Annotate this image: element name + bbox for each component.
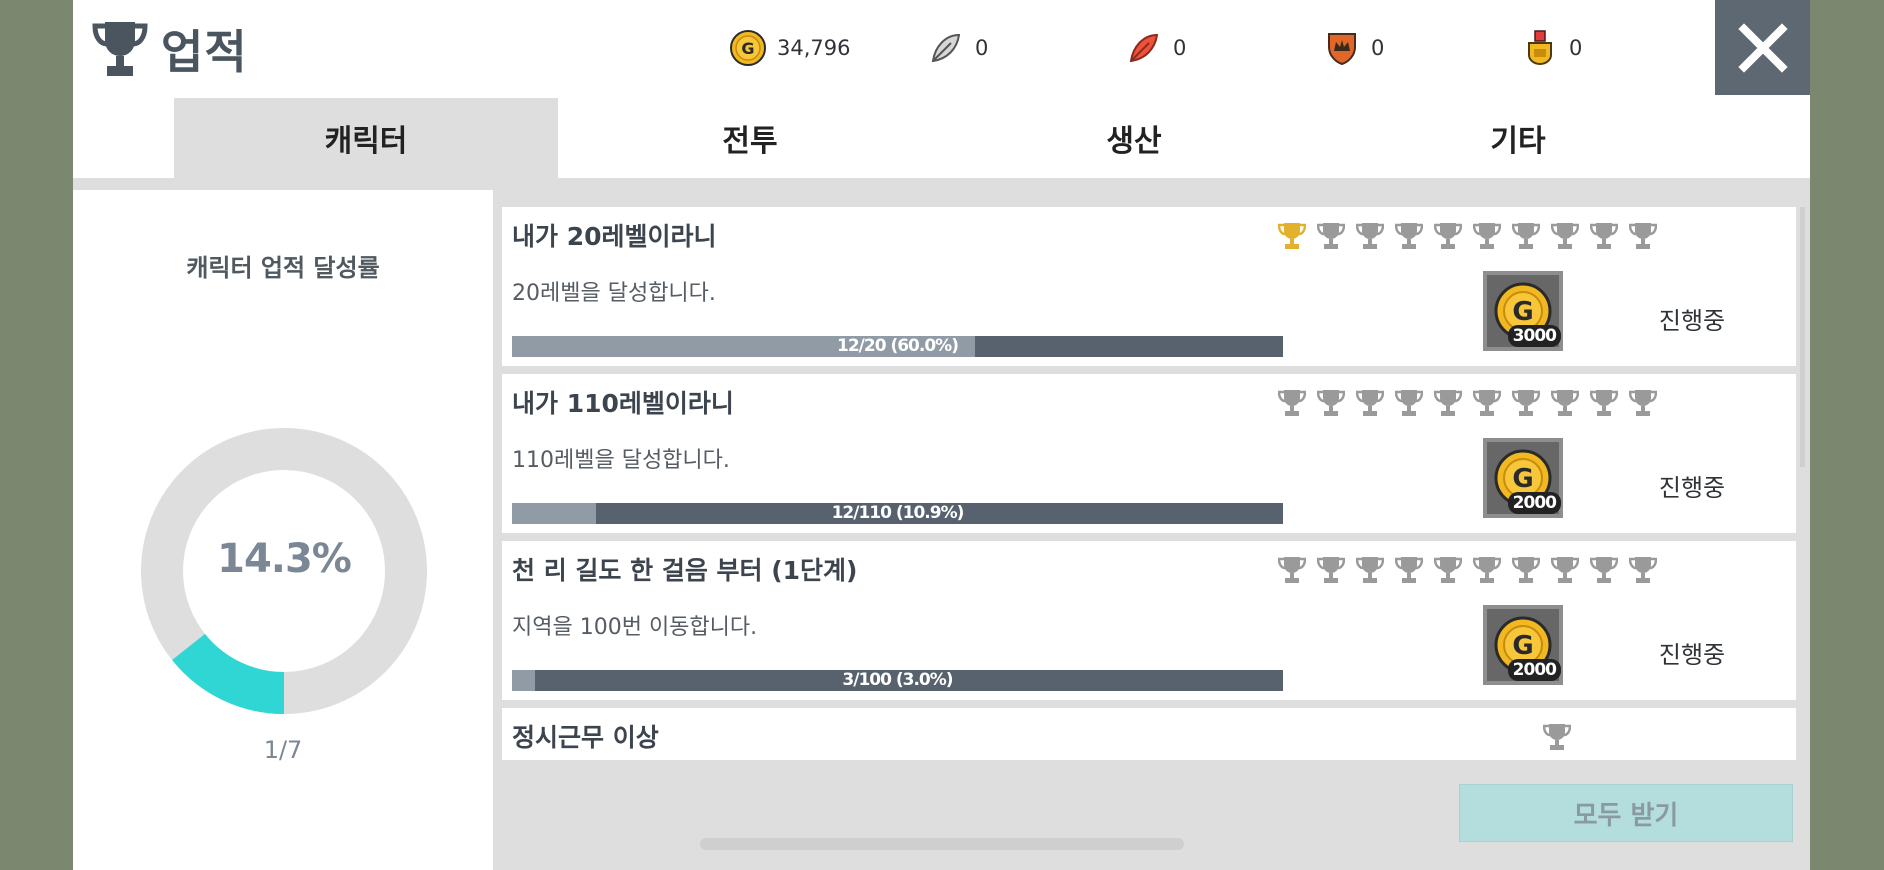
trophy-icon <box>1473 390 1501 416</box>
trophy-icon <box>1278 557 1306 583</box>
summary-title: 캐릭터 업적 달성률 <box>186 254 380 282</box>
red-feather-icon <box>1129 33 1159 63</box>
silver-feather-icon <box>931 33 961 63</box>
trophy-icon <box>1356 390 1384 416</box>
background-right <box>1810 0 1884 870</box>
tab-etc[interactable]: 기타 <box>1326 98 1710 178</box>
page-title-text: 업적 <box>161 25 248 79</box>
claim-all-button[interactable]: 모두 받기 <box>1459 784 1793 842</box>
background-left <box>0 0 73 870</box>
achievement-card: 내가 110레벨이라니 110레벨을 달성합니다. 12/110 (10.9%)… <box>502 374 1796 533</box>
achievement-name: 천 리 길도 한 걸음 부터 (1단계) <box>512 556 858 585</box>
trophy-icon <box>1590 390 1618 416</box>
trophy-icon <box>1551 223 1579 249</box>
trophy-icon <box>92 22 148 76</box>
list-scrollbar-horizontal[interactable] <box>700 838 1184 850</box>
tab-bar: 캐릭터 전투 생산 기타 <box>73 98 1810 178</box>
trophy-icon <box>1278 390 1306 416</box>
currency-red-feather-value: 0 <box>1173 36 1187 60</box>
trophy-icon <box>1629 557 1657 583</box>
trophy-icon <box>1543 724 1571 750</box>
achievement-list[interactable]: 내가 20레벨이라니 20레벨을 달성합니다. 12/20 (60.0%) G … <box>502 207 1798 760</box>
trophy-icon <box>1278 223 1306 249</box>
close-button[interactable] <box>1715 0 1810 95</box>
achievement-status: 진행중 <box>1658 641 1726 669</box>
currency-crown-shield-value: 0 <box>1371 36 1385 60</box>
progress-donut-arc <box>172 633 285 714</box>
page-title: 업적 <box>91 18 248 80</box>
trophy-icon <box>1317 390 1345 416</box>
reward-item[interactable]: G 2000 <box>1483 605 1563 685</box>
achievement-status: 진행중 <box>1658 307 1726 335</box>
achievement-desc: 20레벨을 달성합니다. <box>512 281 716 306</box>
achievement-name: 정시근무 이상 <box>512 723 659 752</box>
trophy-icon <box>1317 223 1345 249</box>
reward-amount: 2000 <box>1507 492 1561 514</box>
summary-panel: 캐릭터 업적 달성률 14.3% 1/7 <box>73 190 493 870</box>
reward-amount: 3000 <box>1507 325 1561 347</box>
currency-medal-value: 0 <box>1569 36 1583 60</box>
trophy-icon <box>1629 390 1657 416</box>
svg-text:G: G <box>1512 631 1533 661</box>
svg-text:G: G <box>1512 297 1533 327</box>
achievement-card: 천 리 길도 한 걸음 부터 (1단계) 지역을 100번 이동합니다. 3/1… <box>502 541 1796 700</box>
svg-text:G: G <box>741 39 754 58</box>
list-scrollbar-vertical[interactable] <box>1800 207 1805 467</box>
achievement-card: 정시근무 이상 <box>502 708 1796 760</box>
medal-icon <box>1528 30 1552 66</box>
reward-item[interactable]: G 2000 <box>1483 438 1563 518</box>
trophy-icon <box>1434 390 1462 416</box>
close-icon <box>1737 22 1788 73</box>
achievement-name: 내가 110레벨이라니 <box>512 389 734 418</box>
trophy-icon <box>1434 223 1462 249</box>
currency-crown-shield: 0 <box>1323 28 1384 68</box>
achievement-status: 진행중 <box>1658 474 1726 502</box>
trophy-icon <box>1395 390 1423 416</box>
currency-medal: 0 <box>1521 28 1582 68</box>
trophy-icon <box>1473 223 1501 249</box>
progress-text: 12/20 (60.0%) <box>837 336 959 356</box>
trophy-icon <box>1590 223 1618 249</box>
currency-silver-feather: 0 <box>927 28 988 68</box>
tab-character[interactable]: 캐릭터 <box>174 98 558 178</box>
achievement-panel: 업적 G 34,796 0 0 0 0 캐릭터 전투 생산 기타 캐릭터 업적 … <box>73 0 1810 870</box>
trophy-icon <box>1317 557 1345 583</box>
svg-text:G: G <box>1512 464 1533 494</box>
trophy-icon <box>1395 223 1423 249</box>
progress-bar: 12/20 (60.0%) <box>512 336 1283 357</box>
summary-count: 1/7 <box>263 736 303 764</box>
progress-text: 12/110 (10.9%) <box>831 503 965 523</box>
trophy-icon <box>1590 557 1618 583</box>
trophy-icon <box>1356 557 1384 583</box>
header-bar: 업적 G 34,796 0 0 0 0 <box>73 0 1810 98</box>
reward-amount: 2000 <box>1507 659 1561 681</box>
achievement-desc: 110레벨을 달성합니다. <box>512 448 730 473</box>
currency-silver-feather-value: 0 <box>975 36 989 60</box>
trophy-icon <box>1356 223 1384 249</box>
trophy-icon <box>1629 223 1657 249</box>
achievement-card: 내가 20레벨이라니 20레벨을 달성합니다. 12/20 (60.0%) G … <box>502 207 1796 366</box>
trophy-icon <box>1395 557 1423 583</box>
trophy-icon <box>1473 557 1501 583</box>
summary-percent: 14.3% <box>217 536 352 582</box>
tab-battle[interactable]: 전투 <box>558 98 942 178</box>
progress-text: 3/100 (3.0%) <box>842 670 953 690</box>
crown-shield-icon <box>1328 33 1356 66</box>
trophy-icon <box>1551 557 1579 583</box>
currency-gold: G 34,796 <box>729 28 850 68</box>
trophy-icon <box>1512 223 1540 249</box>
achievement-name: 내가 20레벨이라니 <box>512 222 717 251</box>
trophy-icon <box>1512 390 1540 416</box>
trophy-icon <box>1551 390 1579 416</box>
gold-coin-icon: G <box>730 30 766 66</box>
tab-production[interactable]: 생산 <box>942 98 1326 178</box>
currency-gold-value: 34,796 <box>777 36 851 60</box>
trophy-icon <box>1434 557 1462 583</box>
currency-red-feather: 0 <box>1125 28 1186 68</box>
progress-bar: 3/100 (3.0%) <box>512 670 1283 691</box>
reward-item[interactable]: G 3000 <box>1483 271 1563 351</box>
achievement-desc: 지역을 100번 이동합니다. <box>512 615 758 640</box>
trophy-icon <box>1512 557 1540 583</box>
progress-bar: 12/110 (10.9%) <box>512 503 1283 524</box>
